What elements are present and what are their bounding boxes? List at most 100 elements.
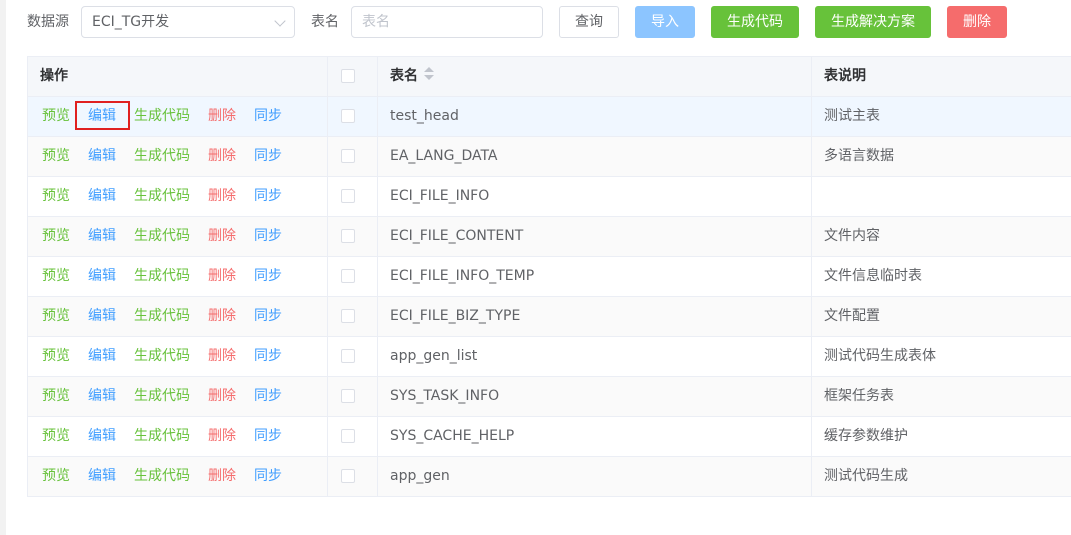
gen-code-link[interactable]: 生成代码	[134, 97, 190, 136]
delete-link[interactable]: 删除	[208, 257, 236, 296]
gen-code-link[interactable]: 生成代码	[134, 377, 190, 416]
datasource-value: ECI_TG开发	[92, 14, 170, 30]
edit-link[interactable]: 编辑	[88, 417, 116, 456]
ops-cell: 预览 编辑 生成代码 删除 同步	[28, 417, 327, 456]
datasource-select[interactable]: ECI_TG开发	[81, 6, 295, 38]
gen-code-link[interactable]: 生成代码	[134, 257, 190, 296]
row-checkbox[interactable]	[341, 149, 355, 163]
sync-link[interactable]: 同步	[254, 97, 282, 136]
checkbox-cell	[327, 457, 377, 496]
preview-link[interactable]: 预览	[42, 377, 70, 416]
delete-button[interactable]: 删除	[947, 6, 1007, 38]
table-desc-cell: 测试代码生成	[811, 457, 1071, 496]
delete-link[interactable]: 删除	[208, 97, 236, 136]
datasource-label: 数据源	[27, 14, 69, 30]
edit-link[interactable]: 编辑	[88, 377, 116, 416]
edit-link[interactable]: 编辑	[88, 297, 116, 336]
delete-link[interactable]: 删除	[208, 177, 236, 216]
gen-code-link[interactable]: 生成代码	[134, 337, 190, 376]
edit-link[interactable]: 编辑	[88, 457, 116, 496]
preview-link[interactable]: 预览	[42, 217, 70, 256]
gen-code-link[interactable]: 生成代码	[134, 217, 190, 256]
sync-link[interactable]: 同步	[254, 337, 282, 376]
delete-link[interactable]: 删除	[208, 457, 236, 496]
table-row: 预览 编辑 生成代码 删除 同步 SYS_CACHE_HELP 缓存参数维护	[28, 417, 1071, 457]
table-name-cell: SYS_TASK_INFO	[377, 377, 811, 416]
table-list: 操作 表名 表说明 预览 编辑 生成代码 删除 同步 test_head 测试主表 预览 编辑生…	[27, 56, 1071, 497]
table-row: 预览 编辑 生成代码 删除 同步 ECI_FILE_INFO	[28, 177, 1071, 217]
edit-link[interactable]: 编辑	[88, 217, 116, 256]
sync-link[interactable]: 同步	[254, 417, 282, 456]
checkbox-cell	[327, 337, 377, 376]
preview-link[interactable]: 预览	[42, 177, 70, 216]
preview-link[interactable]: 预览	[42, 337, 70, 376]
row-checkbox[interactable]	[341, 269, 355, 283]
row-checkbox[interactable]	[341, 229, 355, 243]
delete-link[interactable]: 删除	[208, 137, 236, 176]
preview-link[interactable]: 预览	[42, 457, 70, 496]
sync-link[interactable]: 同步	[254, 217, 282, 256]
ops-cell: 预览 编辑 生成代码 删除 同步	[28, 257, 327, 296]
table-name-cell: EA_LANG_DATA	[377, 137, 811, 176]
gen-code-link[interactable]: 生成代码	[134, 457, 190, 496]
ops-cell: 预览 编辑 生成代码 删除 同步	[28, 97, 327, 136]
checkbox-cell	[327, 137, 377, 176]
edit-link[interactable]: 编辑	[88, 137, 116, 176]
table-name-cell: test_head	[377, 97, 811, 136]
gen-code-link[interactable]: 生成代码	[134, 417, 190, 456]
preview-link[interactable]: 预览	[42, 137, 70, 176]
checkbox-cell	[327, 177, 377, 216]
table-desc-cell: 缓存参数维护	[811, 417, 1071, 456]
edit-link[interactable]: 编辑	[88, 177, 116, 216]
header-desc: 表说明	[811, 57, 1071, 96]
delete-link[interactable]: 删除	[208, 417, 236, 456]
table-desc-cell	[811, 177, 1071, 216]
row-checkbox[interactable]	[341, 309, 355, 323]
table-row: 预览 编辑 生成代码 删除 同步 EA_LANG_DATA 多语言数据	[28, 137, 1071, 177]
row-checkbox[interactable]	[341, 429, 355, 443]
ops-cell: 预览 编辑 生成代码 删除 同步	[28, 337, 327, 376]
preview-link[interactable]: 预览	[42, 297, 70, 336]
row-checkbox[interactable]	[341, 469, 355, 483]
row-checkbox[interactable]	[341, 109, 355, 123]
query-button[interactable]: 查询	[559, 6, 619, 38]
edit-link[interactable]: 编辑	[88, 257, 116, 296]
sync-link[interactable]: 同步	[254, 297, 282, 336]
header-name[interactable]: 表名	[377, 57, 811, 96]
chevron-down-icon	[274, 15, 286, 27]
table-name-cell: ECI_FILE_INFO	[377, 177, 811, 216]
row-checkbox[interactable]	[341, 189, 355, 203]
sync-link[interactable]: 同步	[254, 137, 282, 176]
preview-link[interactable]: 预览	[42, 417, 70, 456]
row-checkbox[interactable]	[341, 389, 355, 403]
sort-icon[interactable]	[424, 67, 434, 81]
preview-link[interactable]: 预览	[42, 97, 70, 136]
sync-link[interactable]: 同步	[254, 377, 282, 416]
ops-cell: 预览 编辑 生成代码 删除 同步	[28, 137, 327, 176]
delete-link[interactable]: 删除	[208, 377, 236, 416]
row-checkbox[interactable]	[341, 349, 355, 363]
import-button[interactable]: 导入	[635, 6, 695, 38]
checkbox-cell	[327, 377, 377, 416]
delete-link[interactable]: 删除	[208, 337, 236, 376]
preview-link[interactable]: 预览	[42, 257, 70, 296]
select-all-checkbox[interactable]	[341, 69, 355, 83]
edit-link[interactable]: 编辑	[88, 337, 116, 376]
checkbox-cell	[327, 417, 377, 456]
table-header: 操作 表名 表说明	[28, 57, 1071, 97]
delete-link[interactable]: 删除	[208, 297, 236, 336]
gen-code-link[interactable]: 生成代码	[134, 177, 190, 216]
table-desc-cell: 文件配置	[811, 297, 1071, 336]
table-desc-cell: 测试代码生成表体	[811, 337, 1071, 376]
gen-solution-button[interactable]: 生成解决方案	[815, 6, 931, 38]
gen-code-link[interactable]: 生成代码	[134, 297, 190, 336]
table-row: 预览 编辑 生成代码 删除 同步 test_head 测试主表	[28, 97, 1071, 137]
gen-code-button[interactable]: 生成代码	[711, 6, 799, 38]
sync-link[interactable]: 同步	[254, 257, 282, 296]
tablename-input[interactable]	[351, 6, 543, 38]
delete-link[interactable]: 删除	[208, 217, 236, 256]
table-desc-cell: 文件内容	[811, 217, 1071, 256]
gen-code-link[interactable]: 生成代码	[134, 137, 190, 176]
sync-link[interactable]: 同步	[254, 457, 282, 496]
sync-link[interactable]: 同步	[254, 177, 282, 216]
